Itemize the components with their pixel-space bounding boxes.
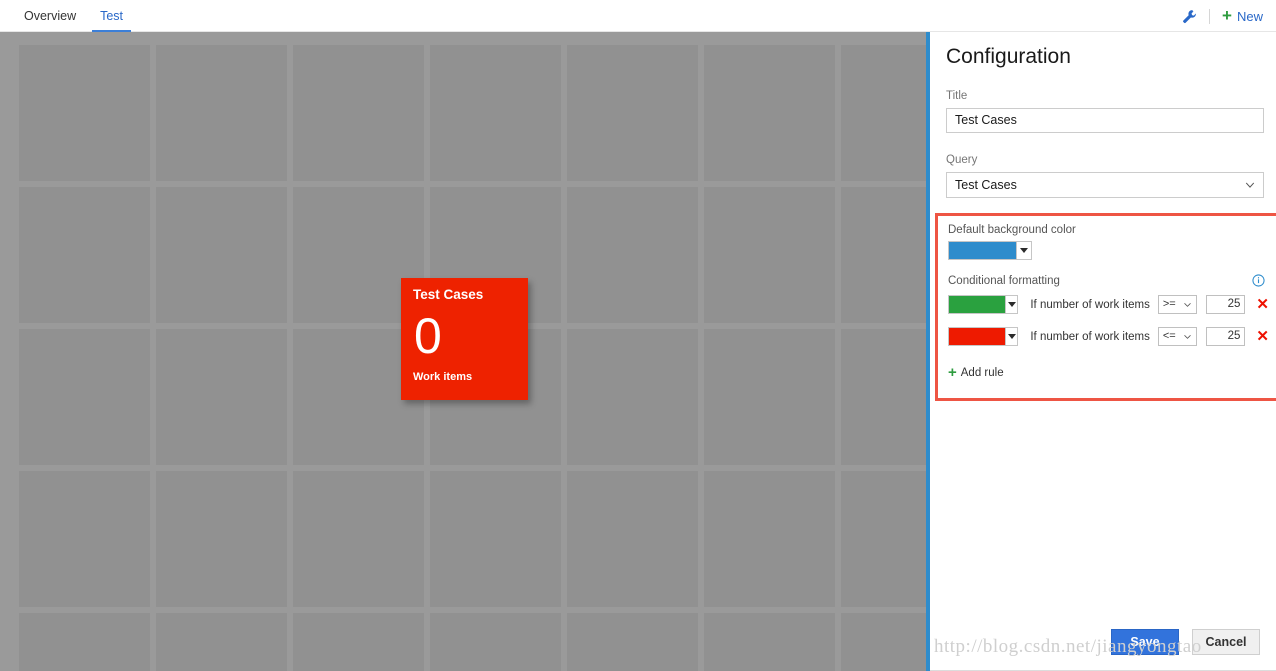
- chevron-down-icon: [1184, 335, 1191, 339]
- tab-test-label: Test: [100, 8, 124, 23]
- new-button[interactable]: + New: [1219, 6, 1266, 25]
- rule-operator-value: <=: [1162, 330, 1176, 342]
- caret-down-icon: [1007, 334, 1016, 339]
- panel-footer: Save Cancel: [930, 615, 1276, 671]
- grid-placeholder-cell: [704, 471, 835, 607]
- grid-placeholder-cell: [293, 613, 424, 671]
- default-background-swatch[interactable]: [948, 241, 1016, 260]
- rule-operator-select[interactable]: <=: [1157, 327, 1198, 346]
- rule-color-dropdown-button[interactable]: [1004, 295, 1019, 314]
- tile-title: Test Cases: [413, 287, 484, 302]
- grid-placeholder-cell: [567, 329, 698, 465]
- rule-color-dropdown-button[interactable]: [1004, 327, 1019, 346]
- grid-placeholder-cell: [841, 329, 930, 465]
- wrench-icon-glyph: [1182, 9, 1196, 23]
- top-bar: Overview Test + New: [0, 0, 1276, 32]
- grid-placeholder-cell: [430, 613, 561, 671]
- rule-threshold-input[interactable]: 25: [1206, 327, 1246, 346]
- grid-placeholder-cell: [841, 45, 930, 181]
- plus-icon: +: [948, 364, 957, 381]
- rule-operator-value: >=: [1162, 298, 1176, 310]
- query-field-group: Query Test Cases: [946, 154, 1264, 198]
- title-input[interactable]: Test Cases: [946, 108, 1264, 133]
- grid-placeholder-cell: [704, 45, 835, 181]
- tab-test[interactable]: Test: [88, 0, 135, 32]
- rule-delete-icon[interactable]: ✕: [1256, 297, 1269, 312]
- rule-threshold-input[interactable]: 25: [1206, 295, 1246, 314]
- toolbar-divider: [1209, 8, 1211, 24]
- grid-placeholder-cell: [293, 45, 424, 181]
- formatting-section: Default background color Conditional for…: [948, 224, 1269, 380]
- info-icon[interactable]: [1252, 274, 1265, 287]
- caret-down-icon: [1007, 302, 1016, 307]
- query-select-value: Test Cases: [946, 172, 1264, 198]
- conditional-formatting-highlight: Default background color Conditional for…: [935, 213, 1276, 401]
- wrench-icon[interactable]: [1178, 5, 1200, 27]
- grid-placeholder-cell: [841, 471, 930, 607]
- default-background-dropdown-button[interactable]: [1016, 241, 1032, 260]
- grid-placeholder-cell: [704, 329, 835, 465]
- conditional-formatting-header: Conditional formatting: [948, 274, 1269, 287]
- grid-placeholder-cell: [156, 187, 287, 323]
- dashboard-area: Test Cases 0 Work items: [0, 32, 930, 671]
- grid-placeholder-cell: [567, 45, 698, 181]
- top-bar-actions: + New: [1178, 0, 1266, 32]
- grid-placeholder-cell: [704, 613, 835, 671]
- cancel-button[interactable]: Cancel: [1192, 629, 1260, 655]
- grid-placeholder-cell: [19, 471, 150, 607]
- configuration-panel: Configuration Title Test Cases Query Tes…: [926, 32, 1276, 671]
- rule-color-swatch[interactable]: [948, 295, 1005, 314]
- grid-placeholder-cell: [430, 45, 561, 181]
- tab-strip: Overview Test: [12, 0, 135, 32]
- grid-placeholder-cell: [841, 187, 930, 323]
- grid-placeholder-cell: [19, 187, 150, 323]
- grid-placeholder-cell: [841, 613, 930, 671]
- rule-delete-icon[interactable]: ✕: [1256, 329, 1269, 344]
- caret-down-icon: [1020, 248, 1028, 253]
- rule-operator-select[interactable]: >=: [1157, 295, 1198, 314]
- query-field-label: Query: [946, 154, 978, 166]
- tab-overview[interactable]: Overview: [12, 0, 88, 32]
- grid-placeholder-cell: [19, 45, 150, 181]
- grid-placeholder-cell: [156, 613, 287, 671]
- tile-value: 0: [414, 307, 442, 364]
- default-background-picker[interactable]: [948, 241, 1269, 260]
- grid-placeholder-cell: [567, 187, 698, 323]
- conditional-formatting-label: Conditional formatting: [948, 274, 1060, 287]
- rule-color-swatch[interactable]: [948, 327, 1005, 346]
- panel-heading: Configuration: [946, 45, 1071, 68]
- grid-placeholder-cell: [567, 471, 698, 607]
- grid-placeholder-cell: [19, 329, 150, 465]
- formatting-rule-row: If number of work items <= 25 ✕: [948, 327, 1269, 346]
- grid-placeholder-cell: [19, 613, 150, 671]
- default-background-label: Default background color: [948, 224, 1076, 236]
- chevron-down-icon: [1184, 303, 1191, 307]
- grid-placeholder-cell: [567, 613, 698, 671]
- app-root: Overview Test + New Test Cases 0 Work it…: [0, 0, 1276, 671]
- title-field-label: Title: [946, 90, 968, 102]
- grid-placeholder-cell: [704, 187, 835, 323]
- grid-placeholder-cell: [156, 45, 287, 181]
- save-button[interactable]: Save: [1111, 629, 1179, 655]
- rule-condition-text: If number of work items: [1030, 330, 1150, 343]
- tile-subtitle: Work items: [413, 370, 473, 383]
- formatting-rule-row: If number of work items >= 25 ✕: [948, 295, 1269, 314]
- tab-overview-label: Overview: [24, 8, 77, 23]
- tile-widget-test-cases[interactable]: Test Cases 0 Work items: [401, 278, 528, 400]
- grid-placeholder-cell: [156, 471, 287, 607]
- plus-icon: +: [1222, 6, 1232, 25]
- query-select[interactable]: Test Cases: [946, 172, 1264, 198]
- title-field-group: Title Test Cases: [946, 90, 1264, 133]
- grid-placeholder-cell: [293, 471, 424, 607]
- grid-placeholder-cell: [430, 471, 561, 607]
- add-rule-label: Add rule: [960, 367, 1004, 379]
- rule-condition-text: If number of work items: [1030, 298, 1150, 311]
- add-rule-button[interactable]: + Add rule: [948, 364, 1004, 381]
- grid-placeholder-cell: [156, 329, 287, 465]
- new-button-label: New: [1236, 8, 1263, 24]
